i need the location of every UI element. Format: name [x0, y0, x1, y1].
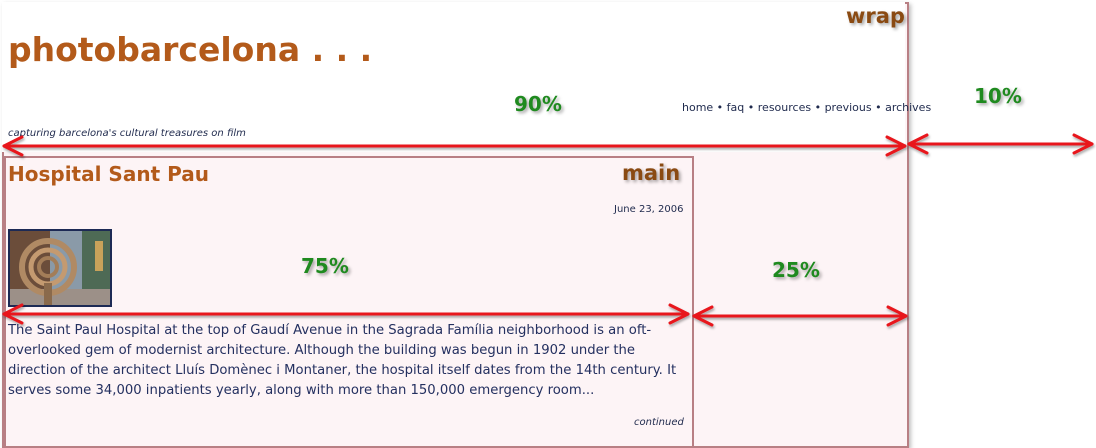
measurement-arrows: [2, 133, 1094, 327]
sidebar-width-arrow: [692, 305, 908, 327]
main-width-arrow: [2, 303, 690, 325]
outside-width-arrow: [907, 133, 1094, 155]
wrap-width-arrow: [2, 135, 907, 157]
